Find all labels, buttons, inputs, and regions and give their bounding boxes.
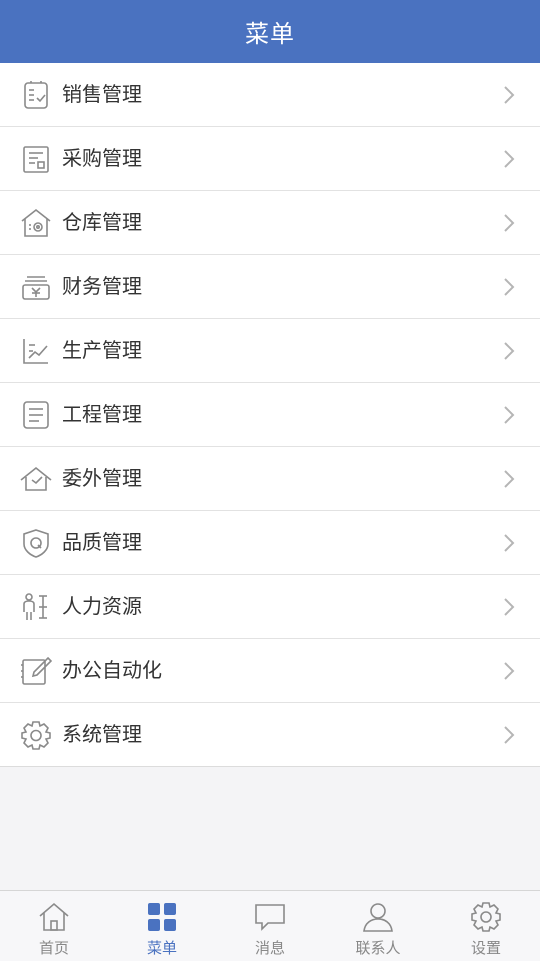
production-chart-icon (20, 335, 52, 367)
tab-label: 消息 (254, 939, 285, 957)
menu-item-sales[interactable]: 销售管理 (0, 63, 540, 127)
tab-label: 设置 (470, 939, 501, 957)
chevron-right-icon (502, 148, 516, 170)
chevron-right-icon (502, 340, 516, 362)
chevron-right-icon (502, 724, 516, 746)
menu-item-label: 工程管理 (62, 402, 142, 426)
purchase-document-icon (20, 143, 52, 175)
menu-item-label: 品质管理 (62, 530, 142, 554)
menu-item-system[interactable]: 系统管理 (0, 703, 540, 766)
menu-list: 销售管理 采购管理 仓库管理 财务管理 生产管理 工程管理 委外管理 品质管理 … (0, 63, 540, 767)
outsourcing-house-icon (20, 463, 52, 495)
menu-item-purchase[interactable]: 采购管理 (0, 127, 540, 191)
menu-item-finance[interactable]: 财务管理 (0, 255, 540, 319)
quality-shield-icon (20, 527, 52, 559)
tab-label: 菜单 (146, 939, 177, 957)
menu-item-production[interactable]: 生产管理 (0, 319, 540, 383)
tab-home[interactable]: 首页 (0, 891, 108, 961)
chevron-right-icon (502, 660, 516, 682)
office-edit-icon (20, 655, 52, 687)
tab-contacts[interactable]: 联系人 (324, 891, 432, 961)
chevron-right-icon (502, 276, 516, 298)
chevron-right-icon (502, 596, 516, 618)
menu-item-label: 销售管理 (62, 82, 142, 106)
tab-label: 首页 (38, 939, 69, 957)
chevron-right-icon (502, 532, 516, 554)
tab-menu[interactable]: 菜单 (108, 891, 216, 961)
finance-yen-icon (20, 271, 52, 303)
bottom-tab-bar: 首页 菜单 消息 联系人 设置 (0, 890, 540, 961)
home-icon (37, 900, 71, 934)
message-bubble-icon (253, 900, 287, 934)
chevron-right-icon (502, 84, 516, 106)
warehouse-gear-icon (20, 207, 52, 239)
top-header: 菜单 (0, 0, 540, 63)
settings-gear-icon (469, 900, 503, 934)
menu-item-label: 委外管理 (62, 466, 142, 490)
system-gear-icon (20, 719, 52, 751)
human-resources-icon (20, 591, 52, 623)
menu-item-label: 办公自动化 (62, 658, 162, 682)
menu-item-office-automation[interactable]: 办公自动化 (0, 639, 540, 703)
engineering-document-icon (20, 399, 52, 431)
tab-settings[interactable]: 设置 (432, 891, 540, 961)
menu-item-quality[interactable]: 品质管理 (0, 511, 540, 575)
menu-item-warehouse[interactable]: 仓库管理 (0, 191, 540, 255)
page-title: 菜单 (245, 20, 295, 48)
menu-grid-icon (145, 900, 179, 934)
chevron-right-icon (502, 404, 516, 426)
menu-item-label: 生产管理 (62, 338, 142, 362)
menu-item-human-resources[interactable]: 人力资源 (0, 575, 540, 639)
menu-item-engineering[interactable]: 工程管理 (0, 383, 540, 447)
menu-item-label: 人力资源 (62, 594, 142, 618)
contact-person-icon (361, 900, 395, 934)
menu-item-label: 财务管理 (62, 274, 142, 298)
menu-item-label: 采购管理 (62, 146, 142, 170)
chevron-right-icon (502, 212, 516, 234)
chevron-right-icon (502, 468, 516, 490)
sales-clipboard-icon (20, 79, 52, 111)
tab-messages[interactable]: 消息 (216, 891, 324, 961)
menu-item-label: 系统管理 (62, 722, 142, 746)
menu-item-outsourcing[interactable]: 委外管理 (0, 447, 540, 511)
tab-label: 联系人 (355, 939, 401, 957)
menu-item-label: 仓库管理 (62, 210, 142, 234)
